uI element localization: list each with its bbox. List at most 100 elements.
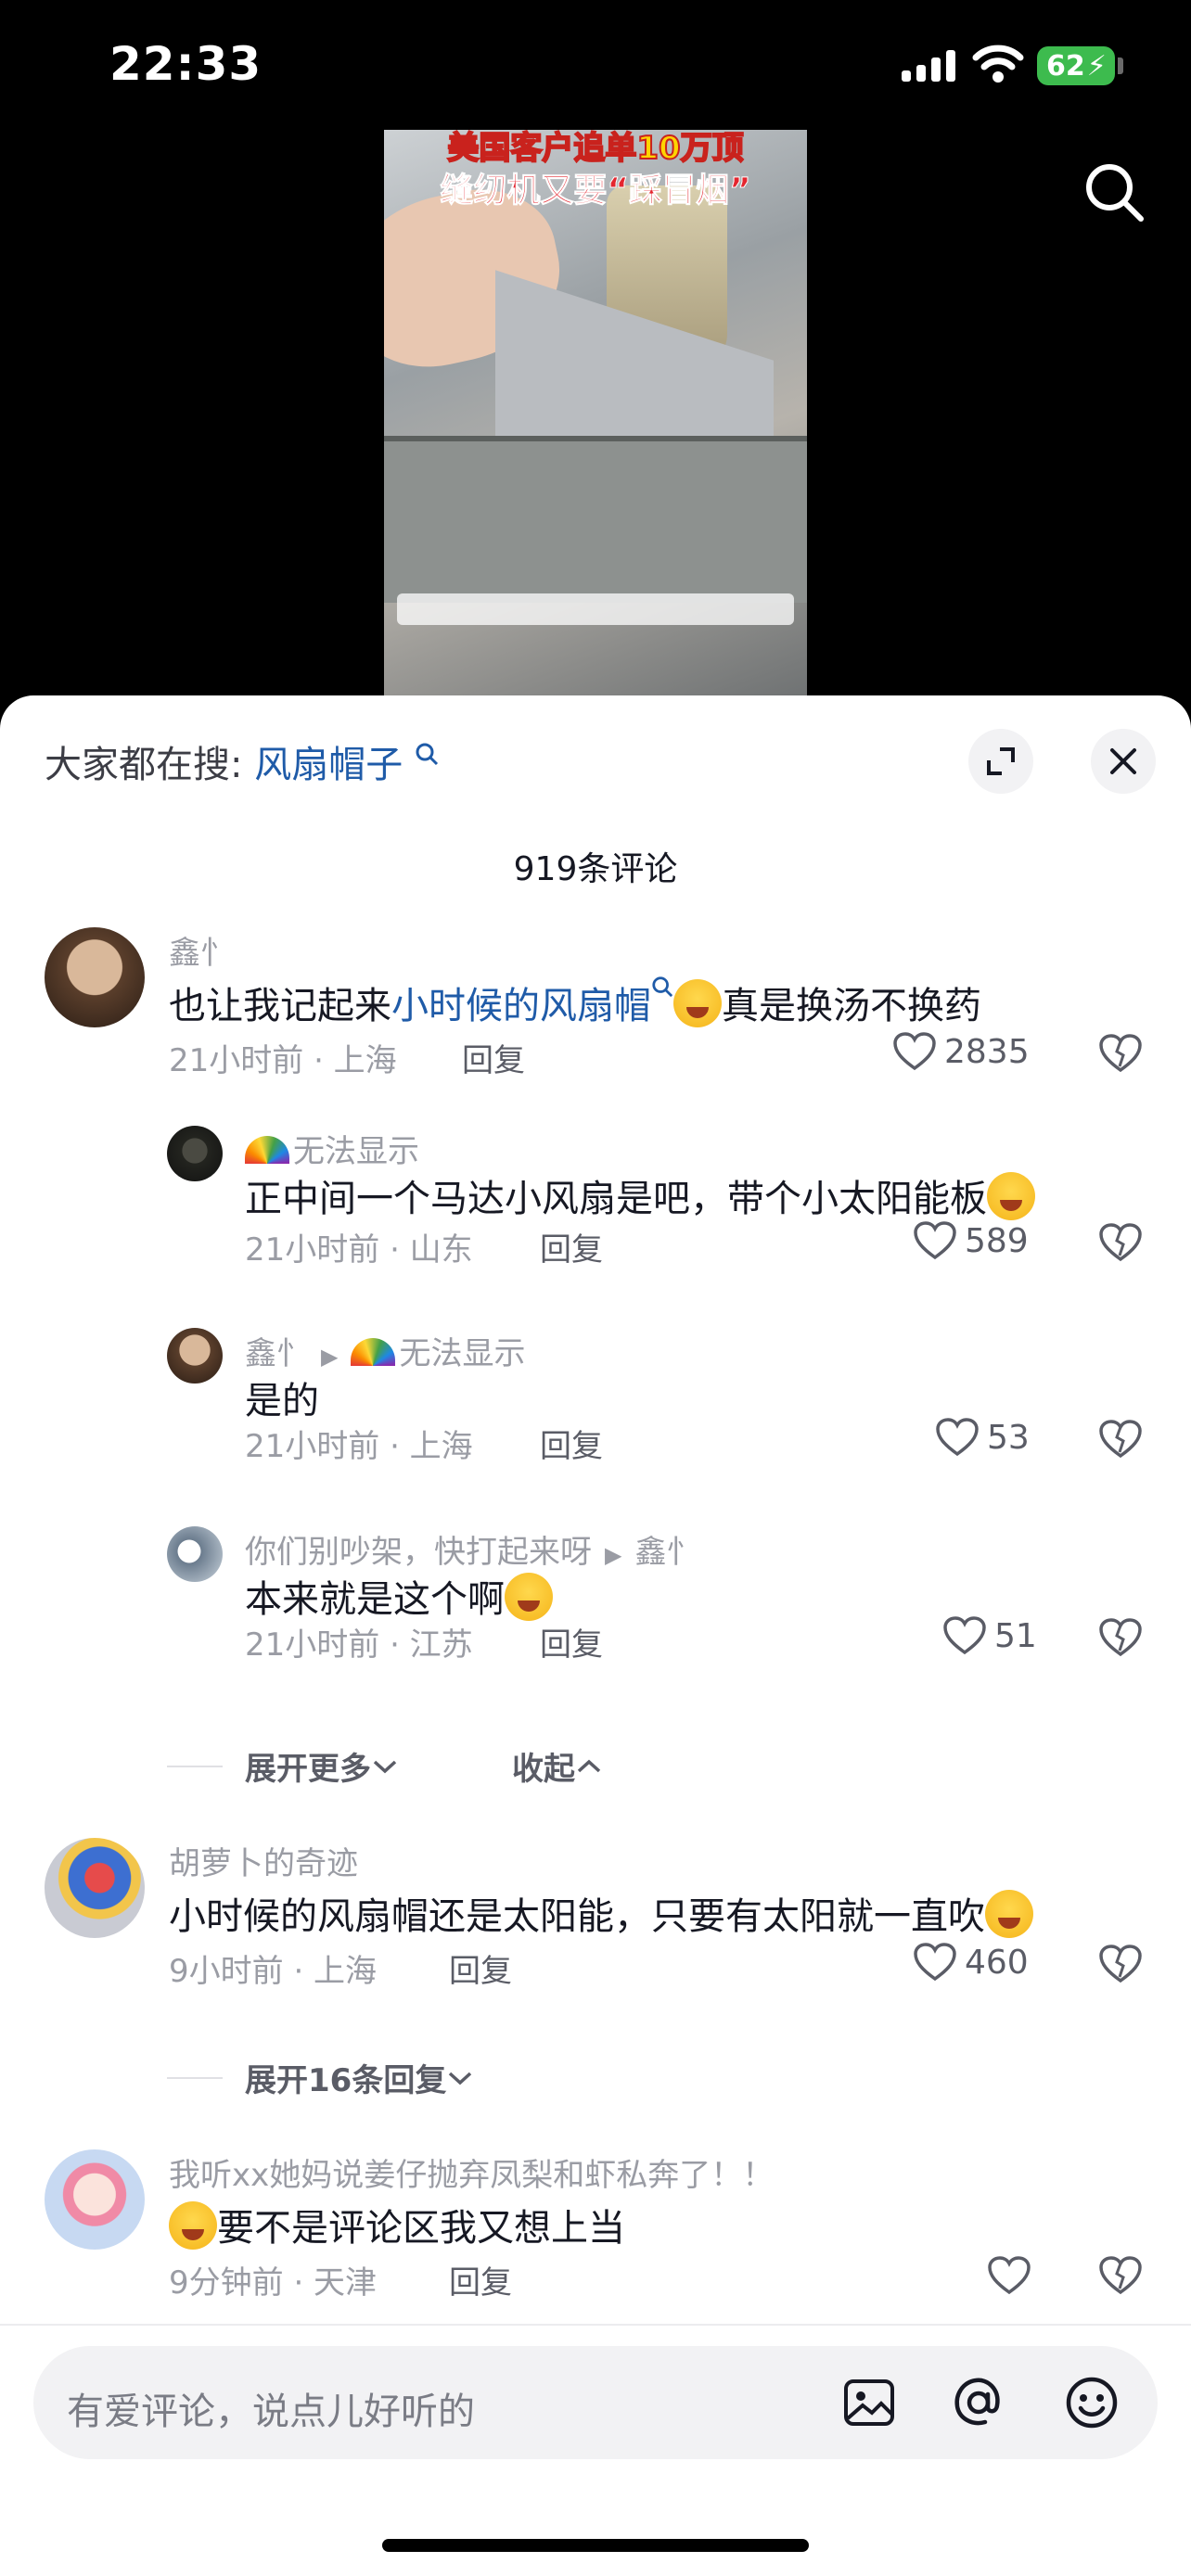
comment-sheet: 大家都在搜: 风扇帽子 919条评论 鑫忄 也让我记起来小时候的风扇帽 真是换汤不…: [0, 695, 1191, 2576]
comment-text: 正中间一个马达小风扇是吧，带个小太阳能板: [245, 1168, 1035, 1222]
close-sheet-button[interactable]: [1091, 729, 1156, 794]
video-subtitle-bar: [397, 593, 794, 625]
dislike-broken-heart-icon[interactable]: [1098, 2255, 1143, 2296]
trending-search-keyword[interactable]: 风扇帽子: [254, 744, 403, 786]
comment-text: 要不是评论区我又想上当: [169, 2198, 625, 2251]
comment-text-part: 也让我记起来: [169, 985, 391, 1027]
video-player[interactable]: 美国客户追单10万顶 缝纫机又要“踩冒烟”: [384, 130, 807, 697]
like-count: 460: [965, 1943, 1029, 1982]
expand-replies-button[interactable]: 展开16条回复: [245, 2055, 474, 2100]
expand-icon: [987, 747, 1015, 775]
trending-search[interactable]: 大家都在搜: 风扇帽子: [45, 734, 439, 788]
small-search-icon: [416, 743, 438, 766]
comment-author[interactable]: 你们别吵架，快打起来呀 ▶ 鑫忄: [245, 1526, 698, 1572]
comment-text: 小时候的风扇帽还是太阳能，只要有太阳就一直吹: [169, 1886, 1033, 1940]
avatar[interactable]: [167, 1526, 223, 1582]
chevron-down-icon: [373, 1760, 397, 1773]
comment-author[interactable]: 鑫忄: [169, 927, 232, 973]
comment-author[interactable]: 胡萝卜的奇迹: [169, 1838, 358, 1883]
laughing-crying-emoji-icon: [505, 1573, 553, 1621]
reply-button[interactable]: 回复: [540, 1619, 603, 1664]
chevron-down-icon: [449, 2072, 472, 2085]
comment-author[interactable]: 我听xx她妈说姜仔抛弃凤梨和虾私奔了！！: [169, 2149, 774, 2195]
image-icon[interactable]: [840, 2374, 898, 2431]
comment-text-part: 要不是评论区我又想上当: [217, 2207, 625, 2250]
reply-button[interactable]: 回复: [462, 1035, 525, 1080]
comment-meta: 21小时前 · 上海: [245, 1428, 473, 1465]
video-caption-line2: 缝纫机又要“踩冒烟”: [440, 172, 751, 210]
comment-input[interactable]: 有爱评论，说点儿好听的: [33, 2346, 1158, 2459]
emoji-icon[interactable]: [1063, 2374, 1121, 2431]
video-caption-line1: 美国客户追单10万顶: [446, 130, 744, 168]
comment-text: 是的: [245, 1380, 319, 1422]
comment-search-link[interactable]: 小时候的风扇帽: [391, 985, 651, 1027]
comment-author[interactable]: 无法显示: [245, 1126, 419, 1171]
close-icon: [1110, 748, 1136, 774]
reply-to-name: 无法显示: [399, 1335, 526, 1372]
like-button[interactable]: 460: [913, 1942, 1029, 1983]
like-count: 51: [994, 1616, 1037, 1655]
avatar[interactable]: [45, 1838, 145, 1938]
comment-count: 919条评论: [513, 850, 678, 888]
heart-icon: [943, 1616, 986, 1655]
comment-meta: 21小时前 · 山东: [245, 1231, 473, 1269]
cellular-signal-icon: [902, 48, 959, 82]
collapse-label: 收起: [512, 1751, 575, 1788]
divider-line: [167, 1766, 223, 1767]
dislike-broken-heart-icon[interactable]: [1098, 1419, 1143, 1460]
battery-tip: [1118, 57, 1123, 74]
home-indicator[interactable]: [382, 2539, 809, 2552]
reply-button[interactable]: 回复: [449, 2257, 512, 2302]
grin-sweat-emoji-icon: [673, 979, 722, 1027]
comment-input-placeholder: 有爱评论，说点儿好听的: [67, 2391, 475, 2433]
reply-arrow-icon: ▶: [605, 1542, 622, 1568]
reply-to-name: 鑫忄: [634, 1534, 698, 1571]
comment-author-name: 鑫忄: [245, 1335, 308, 1372]
comment-meta: 9分钟前 · 天津: [169, 2264, 378, 2302]
dislike-broken-heart-icon[interactable]: [1098, 1944, 1143, 1984]
heart-icon: [936, 1418, 979, 1457]
status-bar: 22:33 62 ⚡: [0, 0, 1191, 130]
dislike-broken-heart-icon[interactable]: [1098, 1617, 1143, 1658]
comment-text-part: 本来就是这个啊: [245, 1578, 505, 1621]
battery-level: 62: [1046, 49, 1085, 83]
laughing-crying-emoji-icon: [987, 1172, 1035, 1220]
expand-more-label: 展开更多: [245, 1751, 371, 1788]
rainbow-emoji-icon: [245, 1136, 289, 1164]
comment-meta: 9小时前 · 上海: [169, 1953, 378, 1990]
like-button[interactable]: 53: [935, 1417, 1030, 1458]
video-plate-shape: [384, 436, 807, 603]
rainbow-emoji-icon: [351, 1338, 396, 1366]
mention-at-icon[interactable]: [950, 2374, 1007, 2431]
search-icon[interactable]: [1082, 159, 1146, 224]
avatar[interactable]: [45, 927, 145, 1027]
small-search-icon: [652, 976, 673, 998]
heart-icon[interactable]: [987, 2255, 1031, 2296]
collapse-button[interactable]: 收起: [512, 1743, 603, 1789]
reply-button[interactable]: 回复: [449, 1945, 512, 1991]
drooling-emoji-icon: [169, 2201, 217, 2250]
like-count: 53: [987, 1418, 1030, 1457]
comment-author[interactable]: 鑫忄 ▶ 无法显示: [245, 1328, 525, 1373]
expand-more-button[interactable]: 展开更多: [245, 1743, 399, 1789]
divider-line: [167, 2077, 223, 2079]
avatar[interactable]: [45, 2149, 145, 2250]
avatar[interactable]: [167, 1126, 223, 1181]
dislike-broken-heart-icon[interactable]: [1098, 1033, 1143, 1074]
like-count: 589: [965, 1221, 1029, 1260]
heart-icon: [914, 1221, 956, 1260]
status-time: 22:33: [109, 37, 263, 91]
expand-sheet-button[interactable]: [968, 729, 1033, 794]
reply-button[interactable]: 回复: [540, 1421, 603, 1466]
trending-search-prefix: 大家都在搜:: [45, 744, 243, 786]
dislike-broken-heart-icon[interactable]: [1098, 1222, 1143, 1263]
heart-icon: [893, 1032, 936, 1071]
like-button[interactable]: 2835: [892, 1031, 1030, 1072]
avatar[interactable]: [167, 1328, 223, 1384]
reply-arrow-icon: ▶: [321, 1344, 339, 1370]
like-button[interactable]: 589: [913, 1220, 1029, 1261]
reply-button[interactable]: 回复: [540, 1224, 603, 1269]
heart-icon: [914, 1943, 956, 1982]
like-button[interactable]: 51: [942, 1615, 1037, 1656]
wifi-icon: [972, 45, 1024, 83]
